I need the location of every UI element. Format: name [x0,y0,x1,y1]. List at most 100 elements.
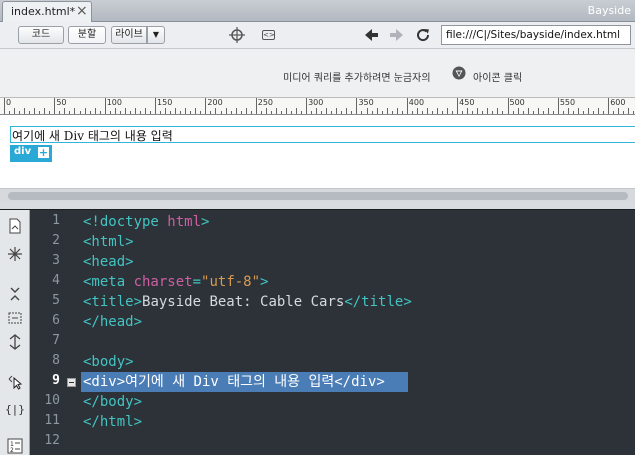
code-line[interactable]: <html> [83,232,134,252]
refresh-icon[interactable] [414,26,432,44]
ruler-tick [245,108,247,114]
code-token: </head> [83,314,143,330]
ruler-tick [431,111,433,114]
ruler-tick [200,111,202,114]
code-line[interactable]: <head> [83,252,134,272]
ruler-tick [588,108,590,114]
ruler-tick [160,111,162,114]
element-badge-label: div [14,146,32,157]
ruler-tick [447,108,449,114]
code-view-button[interactable]: 코드 [18,26,64,44]
forward-arrow-icon[interactable] [388,26,406,44]
code-line[interactable]: <div>여기에 새 Div 태그의 내용 입력</div> [83,372,385,392]
target-icon[interactable] [228,26,246,44]
ruler-label: 150 [157,98,173,107]
ruler-label: 350 [358,98,374,107]
ruler-tick [371,111,373,114]
ruler-tick [306,98,308,114]
ruler-tick [185,108,187,114]
code-token: </html> [83,414,143,430]
code-line[interactable]: </html> [83,412,142,432]
expand-all-icon[interactable] [5,310,25,330]
ruler-tick [593,111,595,114]
ruler-tick [437,108,438,114]
split-view-button[interactable]: 분할 [68,26,106,44]
back-arrow-icon[interactable] [362,26,380,44]
code-view[interactable]: {|} 12 1 2 3 4 5 6 7 8 9 10 11 12 <!doctype html> <h… [0,210,635,455]
ruler-label: 0 [6,98,12,107]
code-line[interactable]: </body> [83,392,142,412]
code-token: charset [133,274,193,290]
ruler-tick [205,98,207,114]
ruler-tick [562,111,564,114]
ruler-tick [557,98,559,114]
ruler-tick [99,111,101,114]
ruler-tick [39,111,41,114]
ruler-tick [351,111,353,114]
collapse-selection-icon[interactable] [5,286,25,306]
ruler-tick [421,111,423,114]
ruler-tick [583,111,585,114]
split-divider[interactable] [0,202,635,210]
design-div-content[interactable]: 여기에 새 Div 태그의 내용 입력 [12,127,173,144]
ruler-tick [633,111,635,114]
media-query-hint-suffix: 아이콘 클릭 [473,73,523,84]
ruler-tick [487,108,489,114]
code-line[interactable]: <!doctype html> [83,212,209,232]
close-tab-icon[interactable]: × [76,3,88,19]
inspect-icon[interactable]: <> [259,26,277,44]
code-token: = [192,274,202,290]
code-token: "utf-8" [201,274,261,290]
ruler-tick [79,111,81,114]
ruler-tick [270,111,272,114]
code-fold-toggle[interactable] [67,378,76,387]
scrollbar-thumb[interactable] [8,192,628,200]
ruler-tick [4,98,5,114]
select-parent-tag-icon[interactable] [5,334,25,354]
ruler-tick [180,111,182,114]
code-line[interactable]: <meta charset="utf-8"> [83,272,268,292]
line-number: 9 [52,373,60,388]
code-line[interactable]: <body> [83,352,134,372]
live-view-dropdown-button[interactable]: ▼ [147,26,165,44]
ruler-tick [537,108,539,114]
ruler-tick [29,111,31,114]
ruler-tick [406,98,408,114]
collapse-full-tag-icon[interactable] [5,246,25,266]
ruler-tick [155,98,157,114]
ruler-tick [109,111,111,114]
address-bar[interactable]: file:///C|/Sites/bayside/index.html [441,25,631,45]
line-number: 12 [44,433,60,448]
ruler-label: 100 [106,98,122,107]
horizontal-scrollbar[interactable] [0,188,635,202]
code-line[interactable]: </head> [83,312,142,332]
balance-braces-icon[interactable]: {|} [5,400,25,420]
ruler-tick [34,108,36,114]
horizontal-ruler[interactable]: 0 50 100 150 200 250 300 350 400 450 500 550 600 [0,97,635,115]
code-token: > [260,274,269,290]
code-line[interactable]: <title>Bayside Beat: Cable Cars</title> [83,292,412,312]
ruler-tick [119,111,121,114]
select-tag-cursor-icon[interactable] [5,374,25,394]
design-view[interactable]: 여기에 새 Div 태그의 내용 입력 div + [0,115,635,188]
line-number-gutter: 1 2 3 4 5 6 7 8 9 10 11 12 [30,210,80,455]
ruler-tick [220,111,222,114]
add-class-button[interactable]: + [37,146,50,159]
line-numbers-icon[interactable]: 12 [5,438,25,455]
ruler-tick [366,108,368,114]
ruler-tick [150,111,151,114]
ruler-tick [74,108,76,114]
ruler-tick [280,111,282,114]
ruler-tick [139,111,141,114]
media-query-icon[interactable] [452,66,466,80]
document-tab-index-html[interactable]: index.html* × [2,1,92,22]
line-number: 11 [44,413,60,428]
live-view-button[interactable]: 라이브 [111,26,147,44]
ruler-tick [260,111,262,114]
ruler-tick [502,111,504,114]
ruler-tick [426,108,428,114]
ruler-tick [411,111,413,114]
ruler-tick [89,111,91,114]
ruler-tick [84,108,86,114]
open-documents-icon[interactable] [5,218,25,238]
